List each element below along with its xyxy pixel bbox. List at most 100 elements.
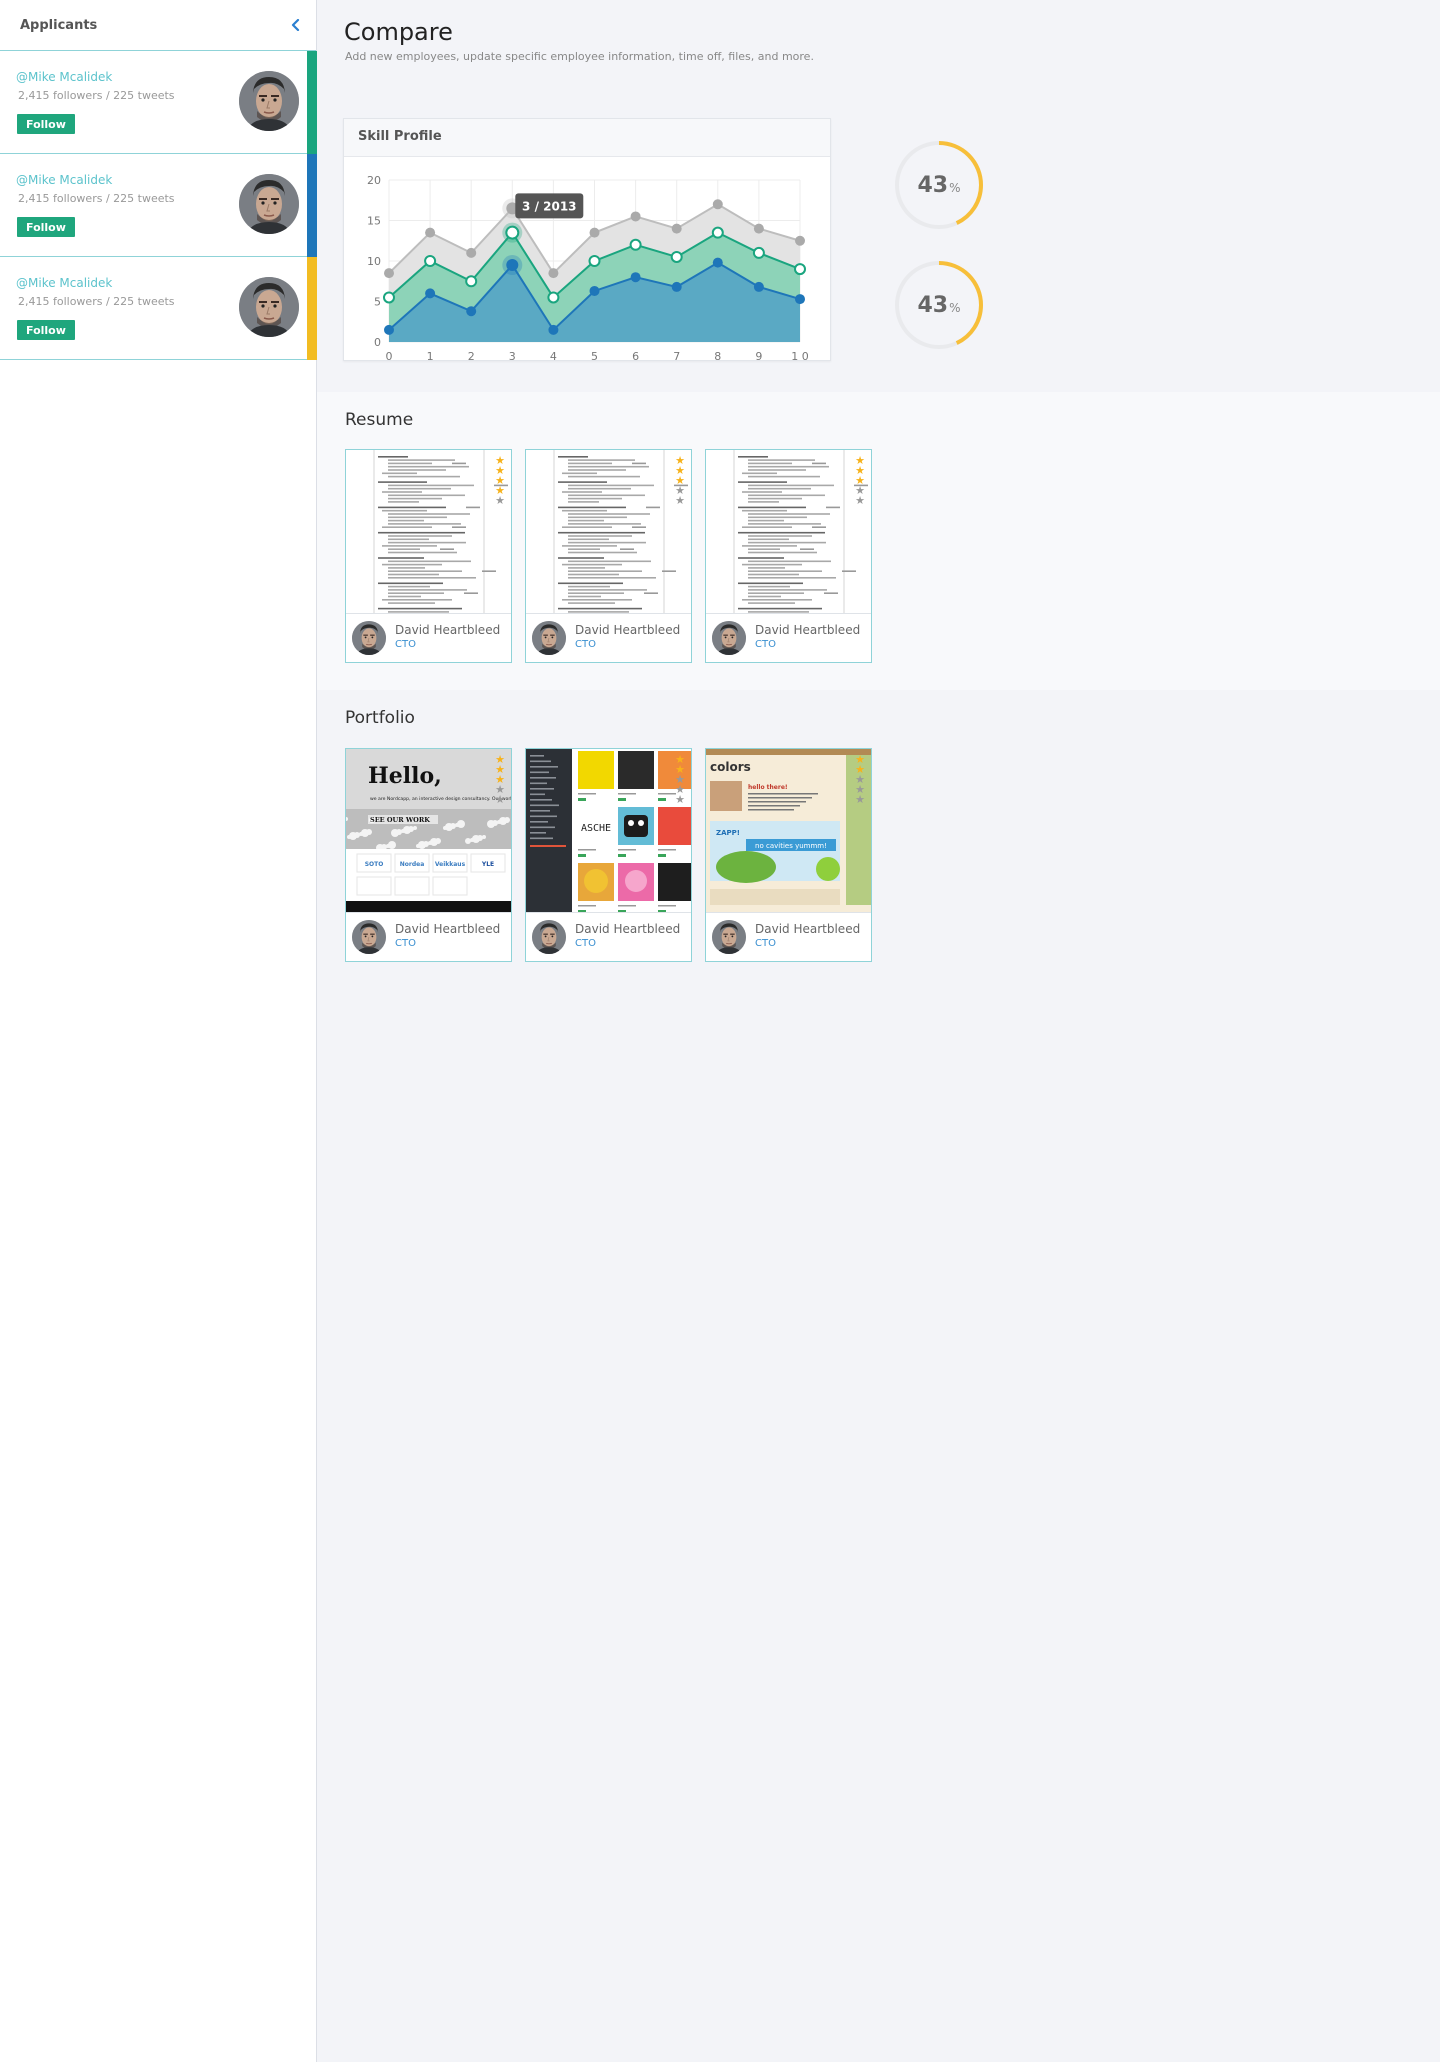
portfolio-client-logo: YLE bbox=[481, 861, 494, 868]
avatar[interactable] bbox=[532, 920, 566, 954]
x-tick-label: 5 bbox=[591, 350, 598, 360]
gauge-value: 43 bbox=[917, 172, 949, 198]
resume-section: Resume ★ ★ ★ ★ ★ David Heartbleed CTO ★ ★ ★ ★ ★ Davi… bbox=[317, 392, 1440, 690]
data-point bbox=[589, 227, 600, 238]
y-tick-label: 5 bbox=[374, 296, 381, 309]
data-point bbox=[547, 291, 560, 304]
portfolio-preview[interactable]: colors hello there! ZAPP! no cavities yummm… bbox=[706, 749, 871, 912]
applicants-sidebar: Applicants @Mike Mcalidek 2,415 followers… bbox=[0, 0, 317, 2062]
owner-name: David Heartbleed bbox=[575, 623, 681, 637]
avatar[interactable] bbox=[352, 920, 386, 954]
resume-thumbnail bbox=[346, 450, 511, 613]
portfolio-card[interactable]: colors hello there! ZAPP! no cavities yummm… bbox=[705, 748, 872, 962]
data-point bbox=[506, 259, 519, 272]
portfolio-client-logo: Veikkaus bbox=[435, 861, 466, 868]
data-point bbox=[505, 225, 520, 240]
portfolio-banner: no cavities yummm! bbox=[755, 842, 827, 850]
star-icon[interactable]: ★ bbox=[855, 794, 865, 805]
data-point bbox=[548, 268, 559, 279]
avatar[interactable] bbox=[712, 621, 746, 655]
star-icon[interactable]: ★ bbox=[675, 794, 685, 805]
resume-card[interactable]: ★ ★ ★ ★ ★ David Heartbleed CTO bbox=[345, 449, 512, 663]
portfolio-cta: SEE OUR WORK bbox=[370, 816, 430, 824]
chevron-left-icon[interactable] bbox=[288, 17, 304, 33]
data-point bbox=[794, 263, 806, 276]
data-point bbox=[711, 226, 724, 239]
skill-profile-card: Skill Profile 0 5 10 15 20 0 1 2 3 4 5 6 7 8 9 1 03 / 2… bbox=[343, 118, 831, 361]
follow-button[interactable]: Follow bbox=[17, 320, 75, 340]
progress-gauge: 43% bbox=[893, 139, 985, 231]
owner-role: CTO bbox=[395, 938, 416, 949]
data-point bbox=[795, 294, 805, 305]
x-tick-label: 8 bbox=[714, 350, 721, 360]
resume-card[interactable]: ★ ★ ★ ★ ★ David Heartbleed CTO bbox=[705, 449, 872, 663]
card-footer: David Heartbleed CTO bbox=[526, 912, 691, 961]
rating-stars: ★ ★ ★ ★ ★ bbox=[855, 455, 865, 506]
applicant-stats: 2,415 followers / 225 tweets bbox=[18, 89, 175, 102]
portfolio-preview[interactable]: ASCHE ★ ★ ★ ★ ★ bbox=[526, 749, 691, 912]
owner-name: David Heartbleed bbox=[395, 623, 501, 637]
portfolio-thumbnail: ASCHE bbox=[526, 749, 691, 912]
star-icon[interactable]: ★ bbox=[855, 495, 865, 506]
portfolio-hero-text: Hello, bbox=[368, 763, 442, 789]
star-icon[interactable]: ★ bbox=[495, 794, 505, 805]
data-point bbox=[548, 324, 559, 335]
portfolio-card[interactable]: ASCHE ★ ★ ★ ★ ★ David Heartbleed CTO bbox=[525, 748, 692, 962]
portfolio-tile-text: ASCHE bbox=[581, 823, 611, 834]
gauge-label: 43% bbox=[893, 259, 985, 351]
portfolio-client-logo: SOTO bbox=[365, 861, 384, 868]
applicant-card: @Mike Mcalidek 2,415 followers / 225 twee… bbox=[0, 154, 317, 257]
data-point bbox=[671, 281, 682, 292]
avatar[interactable] bbox=[712, 920, 746, 954]
skill-profile-title: Skill Profile bbox=[344, 119, 830, 157]
portfolio-card[interactable]: Hello, we are Nordcapp, an interactive de… bbox=[345, 748, 512, 962]
applicant-stats: 2,415 followers / 225 tweets bbox=[18, 192, 175, 205]
rating-stars: ★ ★ ★ ★ ★ bbox=[495, 754, 505, 805]
applicant-handle[interactable]: @Mike Mcalidek bbox=[16, 70, 112, 84]
resume-thumbnail bbox=[706, 450, 871, 613]
data-point bbox=[670, 250, 683, 263]
portfolio-sub-text: we are Nordcapp, an interactive design c… bbox=[370, 796, 511, 802]
follow-button[interactable]: Follow bbox=[17, 217, 75, 237]
data-point bbox=[752, 246, 765, 259]
data-point bbox=[588, 255, 601, 267]
applicant-handle[interactable]: @Mike Mcalidek bbox=[16, 173, 112, 187]
resume-preview[interactable]: ★ ★ ★ ★ ★ bbox=[706, 450, 871, 613]
owner-role: CTO bbox=[575, 639, 596, 650]
star-icon[interactable]: ★ bbox=[495, 495, 505, 506]
data-point bbox=[712, 257, 723, 268]
resume-card[interactable]: ★ ★ ★ ★ ★ David Heartbleed CTO bbox=[525, 449, 692, 663]
card-footer: David Heartbleed CTO bbox=[346, 613, 511, 662]
rating-stars: ★ ★ ★ ★ ★ bbox=[855, 754, 865, 805]
applicant-handle[interactable]: @Mike Mcalidek bbox=[16, 276, 112, 290]
follow-button[interactable]: Follow bbox=[17, 114, 75, 134]
data-point bbox=[424, 255, 437, 267]
page-title: Compare bbox=[344, 18, 453, 46]
avatar[interactable] bbox=[239, 277, 299, 337]
avatar[interactable] bbox=[239, 174, 299, 234]
star-icon[interactable]: ★ bbox=[675, 495, 685, 506]
data-point bbox=[629, 238, 642, 251]
data-point bbox=[465, 275, 478, 288]
resume-preview[interactable]: ★ ★ ★ ★ ★ bbox=[346, 450, 511, 613]
avatar[interactable] bbox=[239, 71, 299, 131]
resume-preview[interactable]: ★ ★ ★ ★ ★ bbox=[526, 450, 691, 613]
owner-name: David Heartbleed bbox=[575, 922, 681, 936]
portfolio-preview[interactable]: Hello, we are Nordcapp, an interactive de… bbox=[346, 749, 511, 912]
data-point bbox=[630, 272, 641, 283]
x-tick-label: 7 bbox=[673, 350, 680, 360]
card-footer: David Heartbleed CTO bbox=[346, 912, 511, 961]
data-point bbox=[425, 288, 436, 299]
skill-profile-chart[interactable]: 051015200 1 2 3 4 5 6 7 8 9 1 03 / 2013 bbox=[344, 157, 830, 360]
gauge-unit: % bbox=[949, 181, 961, 195]
data-point bbox=[466, 306, 477, 317]
y-tick-label: 10 bbox=[367, 255, 381, 268]
owner-name: David Heartbleed bbox=[755, 922, 861, 936]
avatar[interactable] bbox=[352, 621, 386, 655]
sidebar-title: Applicants bbox=[20, 17, 98, 33]
avatar[interactable] bbox=[532, 621, 566, 655]
card-footer: David Heartbleed CTO bbox=[706, 613, 871, 662]
x-tick-label: 3 bbox=[509, 350, 516, 360]
gauge-value: 43 bbox=[917, 292, 949, 318]
sidebar-header: Applicants bbox=[0, 0, 316, 51]
